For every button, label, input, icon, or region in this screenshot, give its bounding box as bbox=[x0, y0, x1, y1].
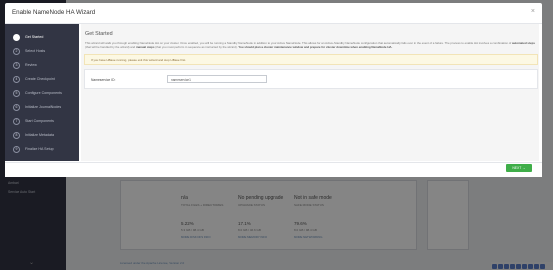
wizard-content: Get Started This wizard will walk you th… bbox=[81, 24, 539, 161]
nameservice-input[interactable]: nameservice1 bbox=[167, 75, 267, 83]
step-label: Initialize JournalNodes bbox=[25, 105, 62, 109]
step-number bbox=[13, 33, 20, 41]
step-label: Finalize HA Setup bbox=[25, 147, 54, 151]
step-label: Review bbox=[25, 63, 37, 67]
next-button[interactable]: NEXT → bbox=[506, 164, 532, 172]
description-bold: manual steps bbox=[135, 45, 155, 50]
modal-title: Enable NameNode HA Wizard bbox=[12, 9, 96, 16]
wizard-modal: Enable NameNode HA Wizard × Get Started … bbox=[5, 3, 542, 177]
step-number: 3 bbox=[13, 61, 20, 69]
step-label: Get Started bbox=[25, 35, 44, 39]
step-label: Create Checkpoint bbox=[25, 77, 55, 81]
step-label: Select Hosts bbox=[25, 49, 46, 53]
step-initialize-metadata: 8 Initialize Metadata bbox=[13, 131, 54, 139]
step-number: 6 bbox=[13, 103, 20, 111]
step-label: Start Components bbox=[25, 119, 54, 123]
step-create-checkpoint: 4 Create Checkpoint bbox=[13, 75, 55, 83]
nameservice-form: Nameservice ID: nameservice1 bbox=[84, 69, 538, 89]
alert-text: If you have HBase running, please exit t… bbox=[91, 57, 187, 62]
step-initialize-journalnodes: 6 Initialize JournalNodes bbox=[13, 103, 61, 111]
step-finalize-ha-setup: 9 Finalize HA Setup bbox=[13, 145, 54, 153]
nameservice-label: Nameservice ID: bbox=[91, 78, 116, 82]
wizard-steps-nav: Get Started 2 Select Hosts 3 Review 4 Cr… bbox=[5, 24, 79, 161]
step-review: 3 Review bbox=[13, 61, 37, 69]
description-text: (that you must perform in sequence as in… bbox=[155, 45, 238, 50]
step-start-components: 7 Start Components bbox=[13, 117, 54, 125]
step-get-started[interactable]: Get Started bbox=[13, 33, 43, 41]
step-number: 4 bbox=[13, 75, 20, 83]
description-text: (that will be handled by the wizard) and bbox=[85, 45, 136, 50]
step-select-hosts: 2 Select Hosts bbox=[13, 47, 45, 55]
step-number: 2 bbox=[13, 47, 20, 55]
description-bold: automated steps bbox=[511, 41, 535, 45]
modal-footer: NEXT → bbox=[5, 162, 542, 177]
step-label: Initialize Metadata bbox=[25, 133, 54, 137]
warning-alert: If you have HBase running, please exit t… bbox=[84, 54, 538, 65]
close-icon[interactable]: × bbox=[531, 8, 535, 15]
section-title: Get Started bbox=[85, 31, 113, 37]
description-bold: You should plan a cluster maintenance wi… bbox=[238, 45, 393, 50]
step-number: 8 bbox=[13, 131, 20, 139]
modal-header: Enable NameNode HA Wizard × bbox=[5, 3, 542, 24]
step-number: 5 bbox=[13, 89, 20, 97]
step-label: Configure Components bbox=[25, 91, 62, 95]
step-configure-components: 5 Configure Components bbox=[13, 89, 62, 97]
section-description: This wizard will walk you through enabli… bbox=[85, 41, 535, 49]
step-number: 9 bbox=[13, 145, 20, 153]
step-number: 7 bbox=[13, 117, 20, 125]
